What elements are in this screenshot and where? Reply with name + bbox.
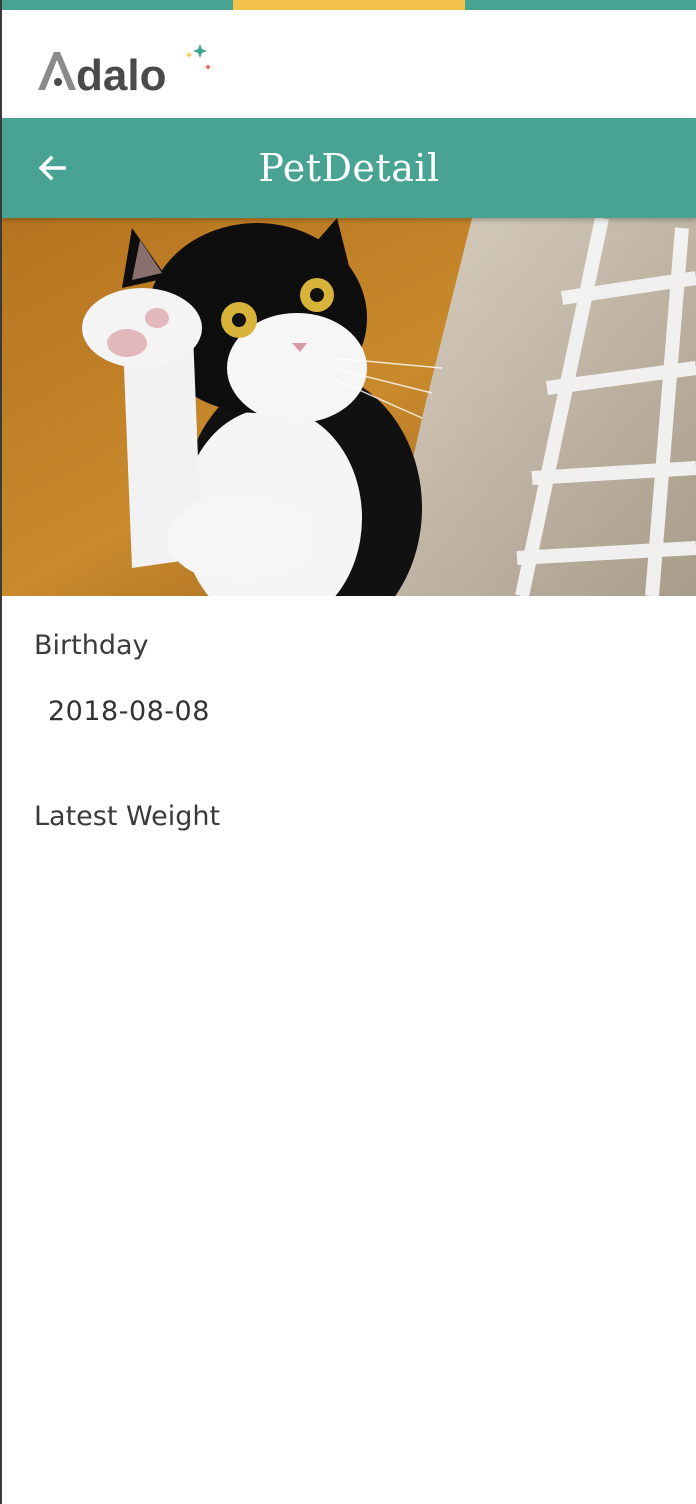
stripe-yellow [233, 0, 465, 10]
app-header: PetDetail [2, 118, 696, 218]
page-title: PetDetail [258, 146, 440, 190]
latest-weight-label: Latest Weight [34, 801, 221, 832]
pet-photo [2, 218, 696, 596]
stripe-teal-right [465, 0, 696, 10]
adalo-logo: dalo [36, 40, 216, 100]
pet-photo-image [2, 218, 696, 596]
brand-stripe [0, 0, 696, 10]
birthday-label: Birthday [34, 630, 149, 661]
window-edge [0, 0, 2, 1504]
brand-bar: dalo [2, 10, 696, 118]
stripe-teal-left [0, 0, 233, 10]
logo-wordmark: dalo [76, 51, 166, 96]
birthday-value: 2018-08-08 [48, 696, 210, 727]
adalo-logo-svg: dalo [38, 44, 211, 100]
